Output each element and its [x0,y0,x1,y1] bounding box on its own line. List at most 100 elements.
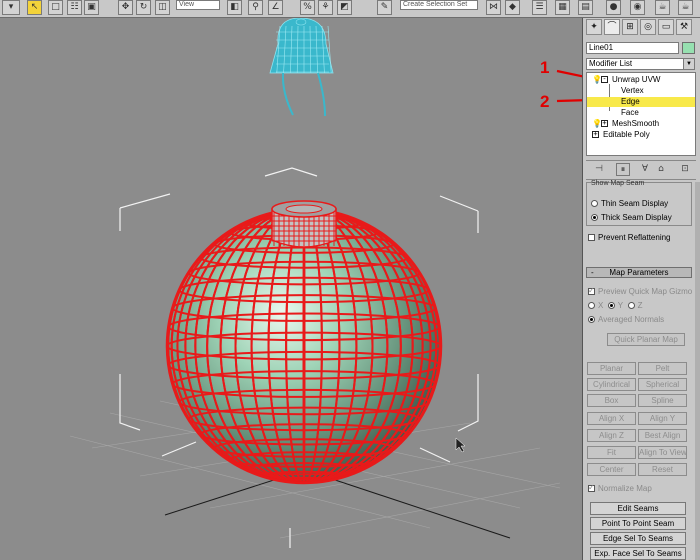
exp-face-sel-to-seams-button[interactable]: Exp. Face Sel To Seams [590,547,686,560]
map-parameters-rollout-header[interactable]: - Map Parameters [586,267,692,278]
averaged-normals-checkbox[interactable]: Averaged Normals [588,315,664,325]
prevent-reflattening-checkbox[interactable]: Prevent Reflattening [588,233,671,243]
select-arrow-icon[interactable]: ↖ [27,0,42,15]
utilities-icon[interactable]: ⚒ [676,19,692,35]
create-icon[interactable]: ✦ [586,19,602,35]
select-by-name-icon[interactable]: ☷ [67,0,82,15]
edit-seams-button[interactable]: Edit Seams [590,502,686,515]
curve-editor-icon[interactable]: ▦ [555,0,570,15]
named-selection-set-field[interactable]: Create Selection Set [400,0,478,10]
point-to-point-seam-button[interactable]: Point To Point Seam [590,517,686,530]
box-button[interactable]: Box [587,394,636,407]
object-color-swatch[interactable] [682,42,695,54]
collapse-icon[interactable]: - [601,76,608,83]
stack-item-label: Face [621,108,639,117]
checkbox-icon [588,483,595,493]
pin-stack-icon[interactable]: ⊣ [592,163,606,176]
spinner-snap-icon[interactable]: ⚘ [318,0,333,15]
align-to-view-button[interactable]: Align To View [638,446,687,459]
pivot-icon[interactable]: ◧ [227,0,242,15]
reference-coordinate-select[interactable]: View [176,0,220,10]
render-setup-icon[interactable]: ◉ [630,0,645,15]
thick-seam-label: Thick Seam Display [601,213,672,222]
pelt-button[interactable]: Pelt [638,362,687,375]
named-selection-icon[interactable]: ◩ [337,0,352,15]
stack-subitem-edge[interactable]: Edge [587,97,695,107]
planar-button[interactable]: Planar [587,362,636,375]
align-y-button[interactable]: Align Y [638,412,687,425]
annotation-number-2: 2 [540,92,550,111]
prevent-reflattening-label: Prevent Reflattening [598,233,671,242]
stack-subitem-face[interactable]: Face [587,108,695,118]
make-unique-icon[interactable]: ∀ [638,163,652,176]
edge-sel-to-seams-button[interactable]: Edge Sel To Seams [590,532,686,545]
thin-seam-radio[interactable]: Thin Seam Display [591,199,668,209]
undo-arrow-icon[interactable]: ▾ [2,0,20,15]
stack-item-label: Unwrap UVW [612,75,661,84]
percent-snap-icon[interactable]: % [300,0,315,15]
angle-snap-icon[interactable]: ∠ [268,0,283,15]
rotate-icon[interactable]: ↻ [136,0,151,15]
ornament-cap[interactable] [269,18,334,117]
object-name-field[interactable]: Line01 [586,42,679,54]
axis-x-label: X [598,301,604,310]
modifier-list-dropdown[interactable]: Modifier List ▼ [586,58,695,70]
quick-render-icon[interactable]: ☕ [678,0,693,15]
fit-button[interactable]: Fit [587,446,636,459]
command-panel-tabs: ✦ ⌒ ⊞ ◎ ▭ ⚒ [586,19,698,39]
radio-icon [588,302,595,309]
ornament-neck[interactable] [271,200,337,248]
align-x-button[interactable]: Align X [587,412,636,425]
axis-radio-group[interactable]: X Y Z [588,301,642,311]
radio-icon [591,214,598,221]
modify-icon[interactable]: ⌒ [604,19,620,35]
remove-modifier-icon[interactable]: ⌂ [654,163,668,176]
normalize-map-checkbox[interactable]: Normalize Map [588,483,652,494]
motion-icon[interactable]: ◎ [640,19,656,35]
quick-planar-map-button[interactable]: Quick Planar Map [607,333,685,346]
cylindrical-button[interactable]: Cylindrical [587,378,636,391]
spherical-button[interactable]: Spherical [638,378,687,391]
stack-item-unwrap-uvw[interactable]: 💡 - Unwrap UVW [587,75,695,85]
stack-item-meshsmooth[interactable]: 💡 + MeshSmooth [587,119,695,129]
map-parameters-title: Map Parameters [609,268,669,277]
mirror-icon[interactable]: ⋈ [486,0,501,15]
preview-quick-map-checkbox[interactable]: Preview Quick Map Gizmo [588,286,692,297]
configure-sets-icon[interactable]: ⊡ [678,163,692,176]
modifier-rollouts: Show Map Seam Thin Seam Display Thick Se… [583,180,700,560]
edit-named-selection-icon[interactable]: ✎ [377,0,392,15]
annotation-arrows [556,69,582,103]
align-z-button[interactable]: Align Z [587,429,636,442]
snap-icon[interactable]: ⚲ [248,0,263,15]
normalize-map-label: Normalize Map [598,484,652,493]
perspective-viewport[interactable]: 1 2 [0,18,583,560]
spline-button[interactable]: Spline [638,394,687,407]
best-align-button[interactable]: Best Align [638,429,687,442]
radio-icon [591,200,598,207]
expand-icon[interactable]: + [601,120,608,127]
radio-icon [588,316,595,323]
panel-scrollbar[interactable] [695,182,700,560]
thick-seam-radio[interactable]: Thick Seam Display [591,213,672,223]
hierarchy-icon[interactable]: ⊞ [622,19,638,35]
material-editor-icon[interactable]: ● [606,0,621,15]
show-end-result-icon[interactable]: ⏸ [616,163,630,176]
radio-icon [607,302,615,309]
stack-subitem-vertex[interactable]: Vertex [587,86,695,96]
scale-icon[interactable]: ◫ [155,0,170,15]
center-button[interactable]: Center [587,463,636,476]
ornament-sphere[interactable] [165,207,443,485]
expand-icon[interactable]: + [592,131,599,138]
wire-longitude [302,209,306,483]
display-icon[interactable]: ▭ [658,19,674,35]
stack-item-label: MeshSmooth [612,119,660,128]
stack-item-editable-poly[interactable]: + Editable Poly [587,130,695,140]
move-icon[interactable]: ✥ [118,0,133,15]
select-filter-icon[interactable]: ▣ [84,0,99,15]
render-icon[interactable]: ☕ [655,0,670,15]
align-icon[interactable]: ◆ [505,0,520,15]
select-region-icon[interactable]: □ [48,0,63,15]
reset-button[interactable]: Reset [638,463,687,476]
layer-icon[interactable]: ☰ [532,0,547,15]
schematic-icon[interactable]: ▤ [578,0,593,15]
